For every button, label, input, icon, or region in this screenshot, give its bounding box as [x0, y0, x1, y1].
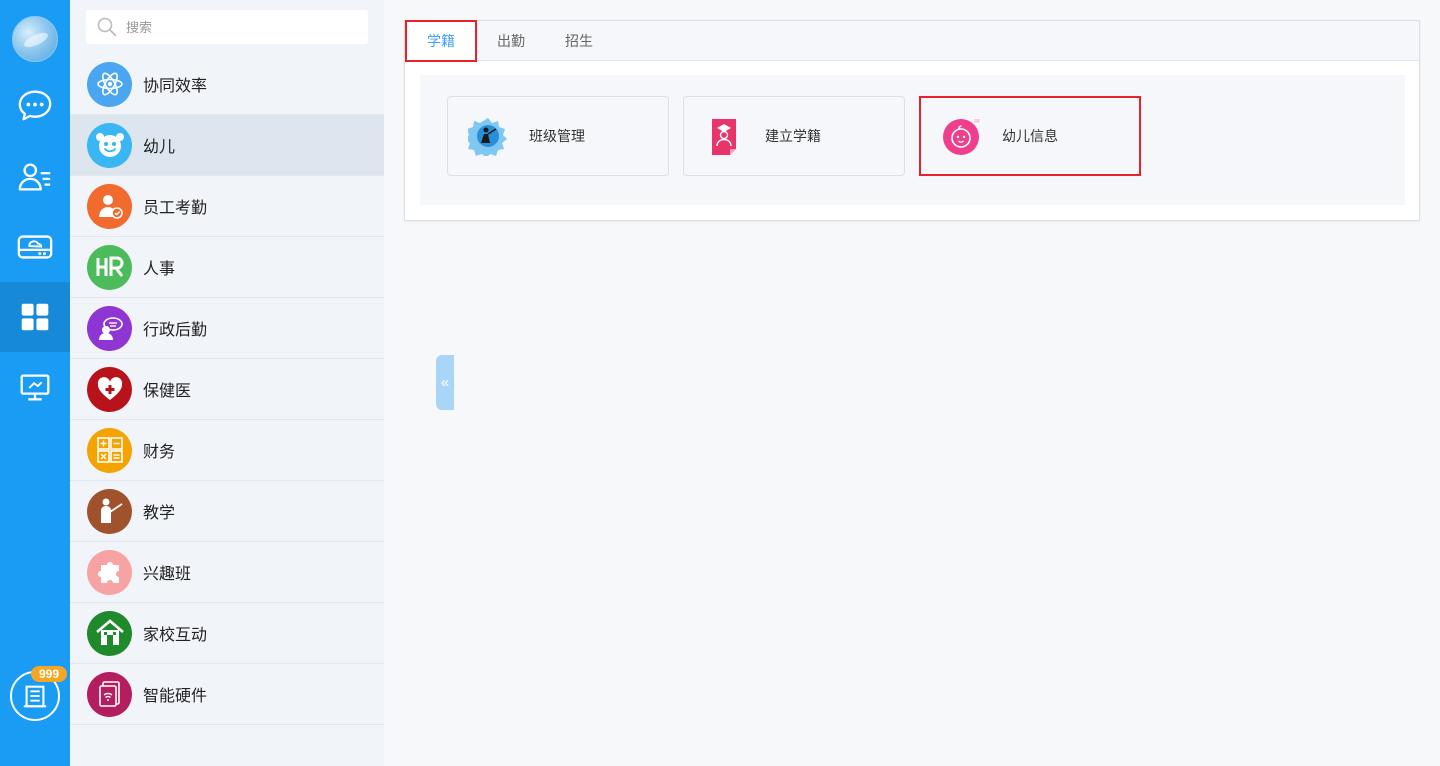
student-document-icon: [704, 116, 744, 156]
collapse-menu-button[interactable]: «: [436, 355, 454, 410]
search-input[interactable]: [126, 19, 346, 35]
card-label: 建立学籍: [765, 128, 821, 144]
menu-item-label: 教学: [143, 505, 176, 522]
rail-chat[interactable]: [0, 70, 70, 140]
employee-clock-icon: [87, 183, 132, 229]
tab-student-records[interactable]: 学籍: [405, 20, 477, 62]
calculator-icon: [87, 427, 132, 473]
menu-item-admin-logistics[interactable]: 行政后勤: [70, 298, 384, 359]
menu-item-label: 财务: [143, 444, 176, 461]
heart-medical-icon: [87, 366, 132, 412]
smiley-icon: [87, 122, 132, 168]
menu-item-interest-class[interactable]: 兴趣班: [70, 542, 384, 603]
apps-grid-icon: [21, 303, 49, 331]
double-chevron-left-icon: «: [440, 374, 450, 391]
menu-item-label: 兴趣班: [143, 566, 192, 583]
menu-item-attendance[interactable]: 员工考勤: [70, 176, 384, 237]
house-icon: [87, 610, 132, 656]
tab-enrollment[interactable]: 招生: [545, 21, 613, 61]
monitor-icon: [20, 374, 50, 401]
menu-item-label: 保健医: [143, 383, 192, 400]
cloud-drive-icon: [17, 235, 53, 259]
menu-item-home-school[interactable]: 家校互动: [70, 603, 384, 664]
tab-attendance[interactable]: 出勤: [477, 21, 545, 61]
card-child-info[interactable]: 幼儿信息: [919, 96, 1141, 176]
menu-item-hr[interactable]: 人事: [70, 237, 384, 298]
menu-item-finance[interactable]: 财务: [70, 420, 384, 481]
menu-item-label: 人事: [143, 261, 176, 278]
menu-item-label: 员工考勤: [143, 200, 208, 217]
menu-item-collaboration[interactable]: 协同效率: [70, 54, 384, 115]
tab-content: 班级管理 建立学籍 幼儿信息: [420, 75, 1405, 205]
rail-cloud-drive[interactable]: [0, 212, 70, 282]
admin-icon: [87, 305, 132, 351]
module-menu: 协同效率 幼儿 员工考勤: [70, 0, 454, 766]
rail-apps[interactable]: [0, 282, 70, 352]
menu-item-health[interactable]: 保健医: [70, 359, 384, 420]
notification-badge: 999: [31, 666, 67, 682]
card-label: 班级管理: [529, 128, 585, 144]
contacts-icon: [18, 163, 51, 191]
menu-item-teaching[interactable]: 教学: [70, 481, 384, 542]
baby-face-icon: [941, 116, 981, 156]
left-rail: 999: [0, 0, 70, 766]
hr-icon: [87, 244, 132, 290]
card-label: 幼儿信息: [1002, 128, 1058, 144]
card-create-student-record[interactable]: 建立学籍: [683, 96, 905, 176]
smart-device-icon: [87, 671, 132, 717]
menu-item-label: 家校互动: [143, 627, 208, 644]
menu-item-children[interactable]: 幼儿: [70, 115, 384, 176]
rail-contacts[interactable]: [0, 142, 70, 212]
chat-bubble-icon: [18, 90, 52, 121]
search-icon: [97, 17, 117, 37]
rail-monitor[interactable]: [0, 352, 70, 422]
puzzle-icon: [87, 549, 132, 595]
building-icon: [23, 685, 47, 708]
tab-bar: 学籍 出勤 招生: [405, 20, 1419, 62]
content-panel: 学籍 出勤 招生 班级管理 建立学籍 幼儿信息: [404, 20, 1420, 221]
menu-item-smart-hardware[interactable]: 智能硬件: [70, 664, 384, 725]
menu-item-label: 行政后勤: [143, 322, 208, 339]
atom-icon: [87, 61, 132, 107]
card-class-management[interactable]: 班级管理: [447, 96, 669, 176]
class-badge-icon: [468, 116, 508, 156]
search-box[interactable]: [86, 10, 368, 44]
menu-item-label: 智能硬件: [143, 688, 208, 705]
teacher-icon: [87, 488, 132, 534]
user-avatar[interactable]: [12, 16, 58, 62]
menu-item-label: 协同效率: [143, 78, 208, 95]
menu-list: 协同效率 幼儿 员工考勤 人事 行政后勤 保健医 财务 教学 兴趣班 家校互动 …: [70, 54, 384, 725]
menu-item-label: 幼儿: [143, 139, 176, 156]
